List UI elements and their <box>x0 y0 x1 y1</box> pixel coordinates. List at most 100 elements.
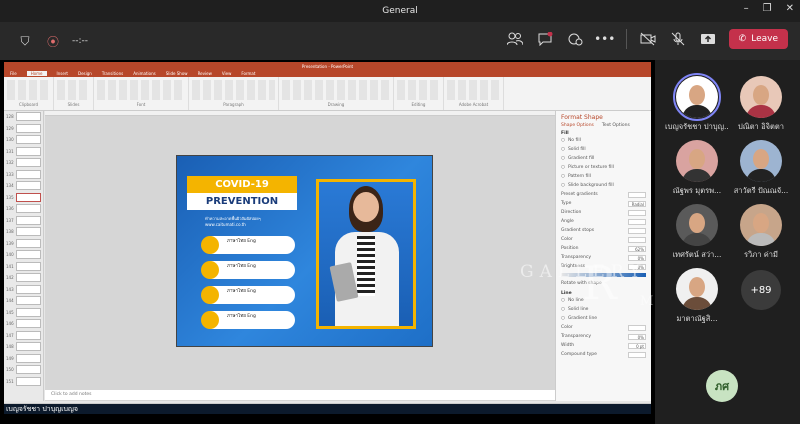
participant-tile[interactable]: เทศรัตน์ สว่า... <box>665 204 729 261</box>
ribbon-group-paragraph[interactable]: Paragraph <box>189 77 279 110</box>
tab-text-options[interactable]: Text Options <box>602 123 630 128</box>
slide-item[interactable]: ภาษาไทย Eng <box>201 311 295 329</box>
ribbon-group-editing[interactable]: Editing <box>394 77 444 110</box>
slide-thumbnail[interactable]: 129 <box>4 123 43 135</box>
minimize-button[interactable]: – <box>744 3 749 14</box>
property-row[interactable]: Width 0 pt <box>561 341 646 350</box>
ribbon-group-clipboard[interactable]: Clipboard <box>4 77 54 110</box>
slide-item[interactable]: ภาษาไทย Eng <box>201 261 295 279</box>
property-value[interactable]: Radial <box>628 200 646 207</box>
slide-title-box[interactable]: COVID-19 PREVENTION <box>187 176 297 210</box>
participant-tile[interactable]: ณัฐพร มุตรพ... <box>665 140 729 197</box>
ribbon-group-adobe-acrobat[interactable]: Adobe Acrobat <box>444 77 504 110</box>
property-value[interactable] <box>628 191 646 198</box>
slide-thumbnail[interactable]: 144 <box>4 295 43 307</box>
slide-thumbnail[interactable]: 136 <box>4 203 43 215</box>
property-row[interactable]: Color <box>561 235 646 244</box>
participant-tile[interactable]: มาตาณัฐสิ... <box>665 268 729 325</box>
mic-off-icon[interactable] <box>669 30 687 48</box>
ppt-tab-review[interactable]: Review <box>198 71 212 76</box>
slide-thumbnail[interactable]: 147 <box>4 330 43 342</box>
slide-thumbnail[interactable]: 133 <box>4 169 43 181</box>
slide-thumbnail[interactable]: 130 <box>4 134 43 146</box>
slide-thumbnail[interactable]: 128 <box>4 111 43 123</box>
leave-button[interactable]: ✆ Leave <box>728 29 788 49</box>
participant-tile[interactable]: เบญจรัชชา ปาบุญ... <box>665 73 729 133</box>
property-row[interactable]: Transparency 0% <box>561 332 646 341</box>
maximize-button[interactable]: ❐ <box>763 3 772 14</box>
property-value[interactable] <box>628 218 646 225</box>
ribbon-group-slides[interactable]: Slides <box>54 77 94 110</box>
slide-thumbnail[interactable]: 151 <box>4 376 43 388</box>
participant-tile[interactable]: รวิภา ค่ามี <box>729 204 793 261</box>
participant-tile[interactable]: สาวัตรี ปัณณจั... <box>729 140 793 197</box>
slide-thumbnail[interactable]: 150 <box>4 364 43 376</box>
slide-thumbnail[interactable]: 143 <box>4 284 43 296</box>
ppt-tab-insert[interactable]: Insert <box>57 71 68 76</box>
ppt-tab-view[interactable]: View <box>222 71 232 76</box>
slide-thumbnail[interactable]: 131 <box>4 146 43 158</box>
more-icon[interactable]: ••• <box>594 30 615 48</box>
property-row[interactable]: Type Radial <box>561 199 646 208</box>
radio-option[interactable]: ○ Pattern fill <box>561 172 646 181</box>
slide-thumbnail[interactable]: 142 <box>4 272 43 284</box>
self-avatar[interactable]: ภศ <box>706 370 738 402</box>
slide-thumbnail[interactable]: 145 <box>4 307 43 319</box>
slide-thumbnail[interactable]: 141 <box>4 261 43 273</box>
slide-thumbnail[interactable]: 140 <box>4 249 43 261</box>
slide-thumbnail[interactable]: 139 <box>4 238 43 250</box>
property-row[interactable]: Gradient stops <box>561 226 646 235</box>
radio-option[interactable]: ○ Gradient line <box>561 314 646 323</box>
slide-thumbnail[interactable]: 134 <box>4 180 43 192</box>
property-value[interactable] <box>628 324 646 331</box>
slide[interactable]: COVID-19 PREVENTION ทำความสะอาดพื้นผิวสั… <box>176 155 433 347</box>
property-row[interactable]: Position 62% <box>561 244 646 253</box>
radio-option[interactable]: ○ Picture or texture fill <box>561 163 646 172</box>
property-value[interactable]: 0% <box>628 333 646 340</box>
slide-item[interactable]: ภาษาไทย Eng <box>201 286 295 304</box>
ppt-tab-slide-show[interactable]: Slide Show <box>166 71 188 76</box>
property-value[interactable] <box>628 227 646 234</box>
ppt-tab-animations[interactable]: Animations <box>133 71 155 76</box>
property-row[interactable]: Compound type <box>561 350 646 359</box>
ppt-tab-file[interactable]: File <box>10 71 17 76</box>
tab-shape-options[interactable]: Shape Options <box>561 123 594 128</box>
close-button[interactable]: ✕ <box>786 3 794 14</box>
slide-photo[interactable] <box>316 179 416 329</box>
ppt-tab-design[interactable]: Design <box>78 71 92 76</box>
people-icon[interactable] <box>506 30 524 48</box>
ppt-tab-format[interactable]: Format <box>241 71 255 76</box>
ribbon-group-drawing[interactable]: Drawing <box>279 77 394 110</box>
property-value[interactable] <box>628 209 646 216</box>
camera-off-icon[interactable] <box>639 30 657 48</box>
property-row[interactable]: Direction <box>561 208 646 217</box>
property-value[interactable]: 62% <box>628 245 646 252</box>
notes-area[interactable]: Click to add notes <box>45 390 555 400</box>
property-value[interactable]: 0% <box>628 254 646 261</box>
radio-option[interactable]: ○ Solid fill <box>561 145 646 154</box>
property-row[interactable]: Preset gradients <box>561 190 646 199</box>
chat-icon[interactable] <box>536 30 554 48</box>
slide-thumbnail[interactable]: 132 <box>4 157 43 169</box>
property-row[interactable]: Color <box>561 323 646 332</box>
slide-item[interactable]: ภาษาไทย Eng <box>201 236 295 254</box>
property-value[interactable]: 0 pt <box>628 342 646 349</box>
radio-option[interactable]: ○ Gradient fill <box>561 154 646 163</box>
ppt-tab-home[interactable]: Home <box>26 71 47 76</box>
slide-thumbnail[interactable]: 146 <box>4 318 43 330</box>
radio-option[interactable]: ○ No fill <box>561 136 646 145</box>
slide-thumbnail[interactable]: 135 <box>4 192 43 204</box>
property-value[interactable] <box>628 351 646 358</box>
radio-option[interactable]: ○ Slide background fill <box>561 181 646 190</box>
slide-thumbnail[interactable]: 138 <box>4 226 43 238</box>
slide-thumbnail[interactable]: 148 <box>4 341 43 353</box>
property-row[interactable]: Angle <box>561 217 646 226</box>
ppt-tab-transitions[interactable]: Transitions <box>102 71 123 76</box>
reactions-icon[interactable] <box>566 30 584 48</box>
slide-thumbnail[interactable]: 137 <box>4 215 43 227</box>
slide-thumbnail[interactable]: 149 <box>4 353 43 365</box>
ribbon-group-font[interactable]: Font <box>94 77 189 110</box>
more-participants-tile[interactable]: +89 <box>729 270 793 310</box>
participant-tile[interactable]: ปณิตา อิจิตตา <box>729 76 793 133</box>
property-value[interactable] <box>628 236 646 243</box>
